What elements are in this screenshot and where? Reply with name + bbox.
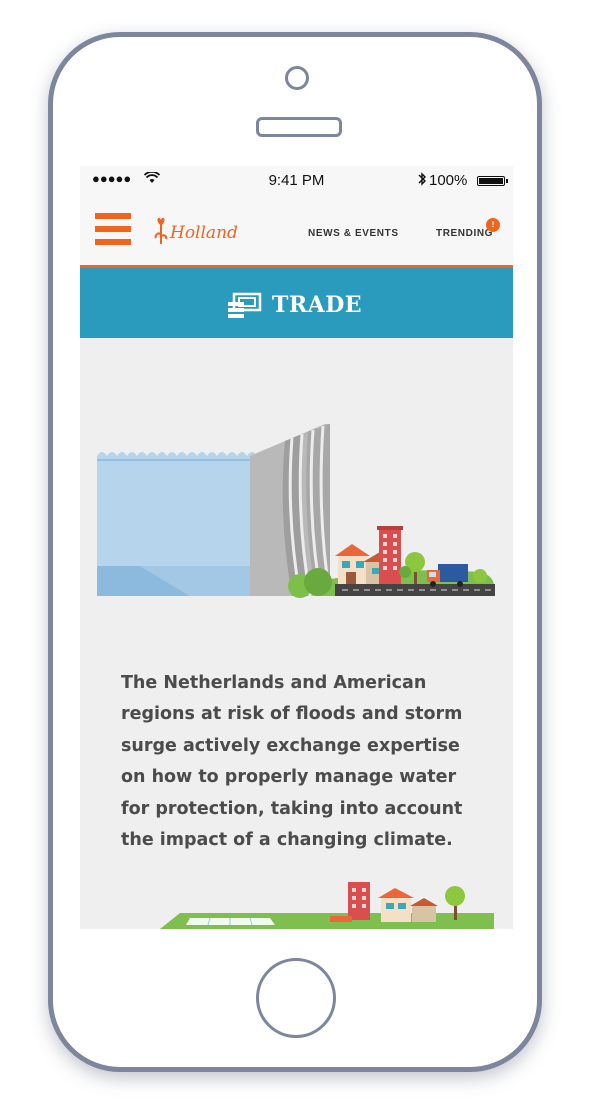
bottom-illustration — [80, 866, 513, 929]
front-camera — [285, 66, 309, 90]
trending-badge: ! — [486, 218, 500, 232]
hamburger-menu-icon[interactable] — [95, 213, 131, 249]
nav-trending[interactable]: TRENDING — [436, 228, 493, 239]
section-paragraph: The Netherlands and American regions at … — [121, 672, 463, 851]
money-icon — [226, 292, 262, 320]
earpiece-speaker — [256, 117, 342, 137]
battery-icon — [477, 176, 508, 186]
section-title: TRADE — [272, 292, 363, 318]
bluetooth-icon — [418, 171, 427, 190]
section-header: TRADE — [80, 268, 513, 338]
top-navigation: Holland NEWS & EVENTS TRENDING ! — [80, 196, 513, 268]
phone-screen: ●●●●● 9:41 PM 100% Holland NEWS & EVENTS… — [80, 166, 513, 929]
home-button[interactable] — [256, 958, 336, 1038]
nav-news-events[interactable]: NEWS & EVENTS — [308, 228, 399, 239]
battery-percentage: 100% — [429, 172, 468, 189]
holland-logo[interactable]: Holland — [152, 214, 256, 248]
status-bar: ●●●●● 9:41 PM 100% — [80, 166, 513, 196]
logo-text: Holland — [169, 223, 238, 243]
flood-barrier-illustration — [80, 416, 513, 616]
